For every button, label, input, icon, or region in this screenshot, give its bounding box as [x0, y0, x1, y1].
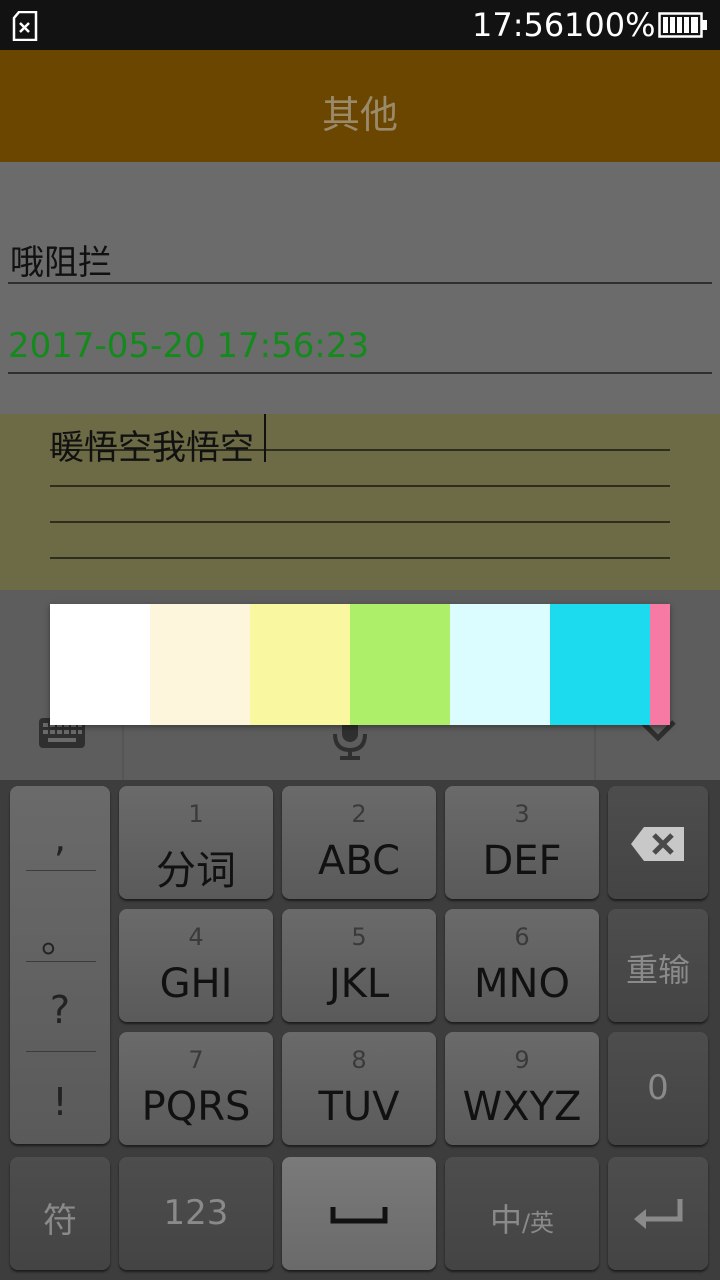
symbol-key[interactable]: 符 — [10, 1157, 110, 1270]
color-palette — [50, 604, 670, 725]
language-switch-key[interactable]: 中/英 — [445, 1157, 599, 1270]
key-label: TUV — [318, 1084, 400, 1130]
key-5-jkl[interactable]: 5 JKL — [282, 909, 436, 1022]
key-label: GHI — [159, 961, 233, 1007]
key-label: WXYZ — [462, 1084, 582, 1130]
numeric-key[interactable]: 123 — [119, 1157, 273, 1270]
key-6-mno[interactable]: 6 MNO — [445, 909, 599, 1022]
status-time: 17:56 — [472, 6, 565, 44]
backspace-icon — [631, 827, 684, 861]
backspace-key[interactable] — [608, 786, 708, 899]
reinput-key[interactable]: 重输 — [608, 909, 708, 1022]
date-field[interactable]: 2017-05-20 17:56:23 — [8, 320, 712, 374]
note-ruled-line — [50, 485, 670, 487]
lang-main-label: 中 — [489, 1201, 522, 1239]
page-title: 其他 — [321, 93, 398, 137]
key-number: 7 — [188, 1046, 204, 1074]
lang-sub-label: /英 — [521, 1209, 555, 1237]
enter-key[interactable] — [608, 1157, 708, 1270]
key-4-ghi[interactable]: 4 GHI — [119, 909, 273, 1022]
key-1-fenci[interactable]: 1 分词 — [119, 786, 273, 899]
key-label: DEF — [482, 838, 562, 884]
key-number: 3 — [514, 800, 530, 828]
key-3-def[interactable]: 3 DEF — [445, 786, 599, 899]
numeric-label: 123 — [163, 1193, 229, 1233]
key-2-abc[interactable]: 2 ABC — [282, 786, 436, 899]
language-label: 中/英 — [445, 1195, 599, 1241]
note-ruled-line — [50, 557, 670, 559]
punct-divider — [26, 961, 96, 962]
key-label: PQRS — [141, 1084, 251, 1130]
zero-label: 0 — [647, 1068, 669, 1108]
key-number: 5 — [351, 923, 367, 951]
key-9-wxyz[interactable]: 9 WXYZ — [445, 1032, 599, 1145]
note-content: 暖悟空我悟空 — [50, 428, 254, 468]
punct-divider — [26, 1051, 96, 1052]
key-7-pqrs[interactable]: 7 PQRS — [119, 1032, 273, 1145]
key-label: JKL — [328, 961, 390, 1007]
form-area — [0, 162, 720, 414]
color-swatch-white[interactable] — [50, 604, 150, 725]
key-question[interactable]: ? — [10, 988, 110, 1032]
key-number: 2 — [351, 800, 367, 828]
color-swatch-green[interactable] — [350, 604, 450, 725]
color-swatch-cream[interactable] — [150, 604, 250, 725]
key-number: 1 — [188, 800, 204, 828]
key-0[interactable]: 0 — [608, 1032, 708, 1145]
reinput-label: 重输 — [625, 951, 690, 989]
key-number: 4 — [188, 923, 204, 951]
color-swatch-yellow[interactable] — [250, 604, 350, 725]
key-label: MNO — [474, 961, 570, 1007]
key-8-tuv[interactable]: 8 TUV — [282, 1032, 436, 1145]
enter-icon — [634, 1199, 683, 1229]
symbol-label: 符 — [43, 1201, 77, 1241]
space-key[interactable] — [282, 1157, 436, 1270]
key-period[interactable]: 。 — [10, 908, 110, 963]
title-field[interactable]: 哦阻拦 — [8, 229, 712, 284]
no-sim-icon — [12, 11, 38, 41]
note-ruled-line — [50, 521, 670, 523]
key-number: 8 — [351, 1046, 367, 1074]
color-swatch-light-cyan[interactable] — [450, 604, 550, 725]
key-exclaim[interactable]: ! — [10, 1080, 110, 1124]
key-label: 分词 — [156, 848, 236, 894]
battery-percent: 100% — [564, 6, 656, 44]
color-swatch-cyan[interactable] — [550, 604, 650, 725]
status-bar: 17:56 100% — [0, 0, 720, 50]
space-icon — [330, 1207, 388, 1224]
key-number: 9 — [514, 1046, 530, 1074]
title-field-value: 哦阻拦 — [10, 243, 112, 283]
color-swatch-pink[interactable] — [650, 604, 670, 725]
punct-divider — [26, 870, 96, 871]
battery-icon — [658, 12, 707, 38]
key-comma[interactable]: , — [10, 816, 110, 860]
key-number: 6 — [514, 923, 530, 951]
key-label: ABC — [317, 838, 401, 884]
text-cursor — [264, 414, 266, 462]
punctuation-column: , 。 ? ! — [10, 786, 110, 1144]
date-field-value: 2017-05-20 17:56:23 — [8, 326, 370, 366]
